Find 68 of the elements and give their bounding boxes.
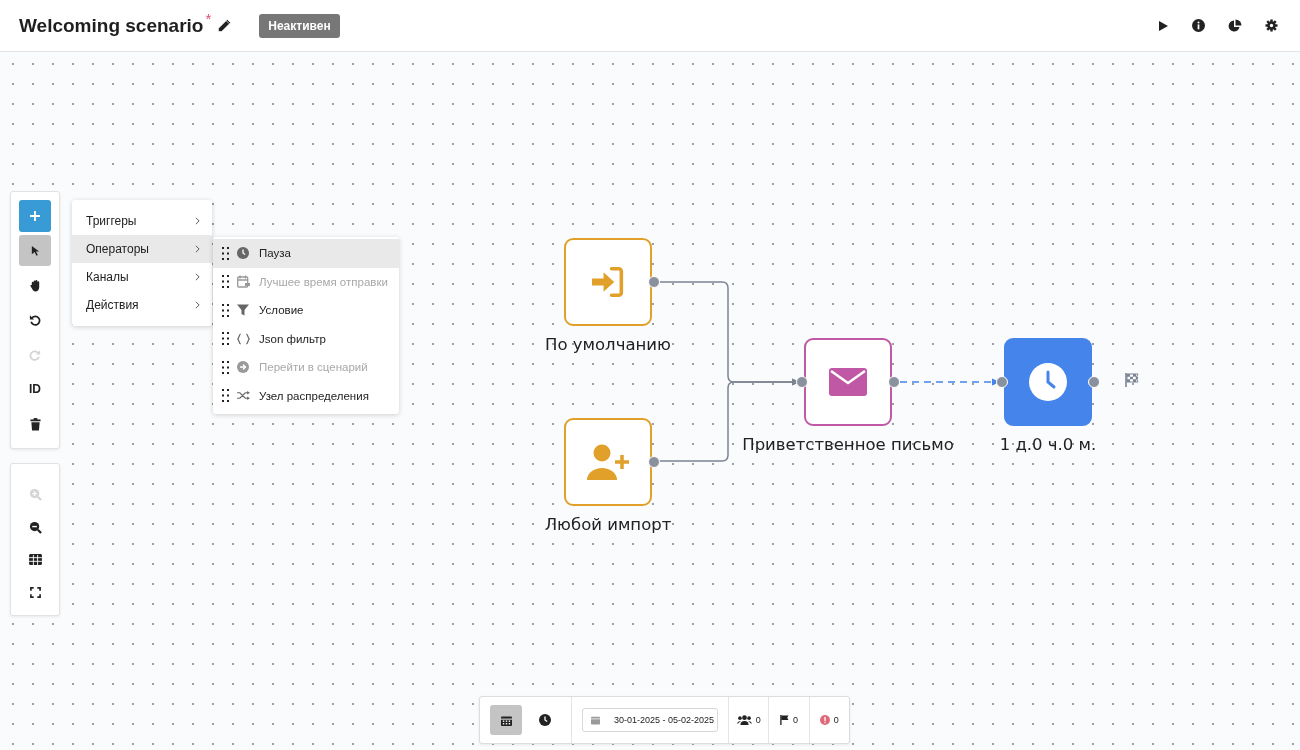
plus-icon: [29, 209, 41, 222]
menu-item[interactable]: Действия: [72, 291, 212, 319]
sign-in-icon: [590, 266, 626, 298]
undo-icon: [29, 314, 41, 326]
redo-icon: [29, 348, 41, 361]
braces-icon: [236, 332, 250, 345]
input-port[interactable]: [996, 376, 1008, 388]
counter-value: 0: [833, 715, 839, 725]
envelope-icon: [829, 368, 867, 396]
node-card[interactable]: [804, 338, 892, 426]
users-icon: [736, 715, 752, 725]
clock-icon: [237, 247, 249, 260]
id-button[interactable]: ID: [19, 373, 51, 406]
drag-handle-icon[interactable]: [222, 303, 229, 317]
node-label: 1 д.0 ч.0 м.: [999, 435, 1097, 454]
user-plus-icon: [586, 443, 630, 481]
fullscreen-icon: [29, 586, 41, 598]
menu-item[interactable]: Операторы: [72, 235, 212, 263]
drag-handle-icon[interactable]: [222, 332, 229, 346]
pointer-button[interactable]: [19, 234, 51, 267]
calendar-icon: [236, 275, 250, 289]
chevron-right-icon: [195, 245, 200, 253]
chevron-right-icon: [195, 301, 200, 309]
flag-icon: [780, 715, 789, 725]
grid-icon: [28, 554, 42, 566]
submenu-item[interactable]: Условие: [213, 296, 399, 325]
play-icon[interactable]: [1157, 19, 1169, 32]
node-label: Любой импорт: [544, 515, 672, 534]
counter-value: 0: [755, 715, 761, 725]
menu-item[interactable]: Каналы: [72, 263, 212, 291]
arrow-circle-icon: [237, 361, 249, 374]
settings-icon[interactable]: [1265, 19, 1278, 32]
trash-icon: [29, 417, 41, 431]
edit-icon[interactable]: [217, 18, 233, 33]
calendar-icon: [500, 714, 512, 726]
zoom-out-icon: [28, 520, 42, 534]
calendar-icon: [591, 715, 600, 725]
node-card[interactable]: [564, 418, 652, 506]
clock-icon: [539, 714, 551, 726]
node-card[interactable]: [1004, 338, 1092, 426]
scenario-title: Welcoming scenario: [19, 14, 204, 37]
submenu-item[interactable]: Узел распределения: [213, 381, 399, 410]
hand-icon: [28, 278, 42, 292]
drag-handle-icon[interactable]: [222, 246, 229, 260]
input-port[interactable]: [796, 376, 808, 388]
node-card[interactable]: [564, 238, 652, 326]
chevron-right-icon: [195, 273, 200, 281]
drag-handle-icon[interactable]: [222, 389, 229, 403]
finish-flag-icon: [1124, 372, 1140, 388]
info-icon[interactable]: [1192, 19, 1205, 32]
submenu-item[interactable]: Json фильтр: [213, 324, 399, 353]
node-label: По умолчанию: [545, 335, 671, 354]
pie-chart-icon[interactable]: [1228, 18, 1242, 33]
filter-icon: [237, 304, 249, 317]
modified-mark: *: [205, 10, 212, 27]
chevron-right-icon: [195, 217, 200, 225]
status-badge: Неактивен: [259, 13, 340, 38]
calendar-view-button[interactable]: [490, 705, 522, 735]
node-label: Приветственное письмо: [742, 435, 954, 454]
error-icon: [819, 715, 830, 725]
counter-value: 0: [793, 715, 798, 725]
zoom-in-icon: [28, 488, 42, 502]
cursor-icon: [29, 245, 41, 257]
submenu-item[interactable]: Пауза: [213, 239, 399, 268]
menu-item[interactable]: Триггеры: [72, 207, 212, 235]
clock-icon: [1029, 363, 1067, 401]
date-range-field[interactable]: 30-01-2025 - 05-02-2025: [582, 708, 718, 732]
shuffle-icon: [236, 390, 250, 402]
